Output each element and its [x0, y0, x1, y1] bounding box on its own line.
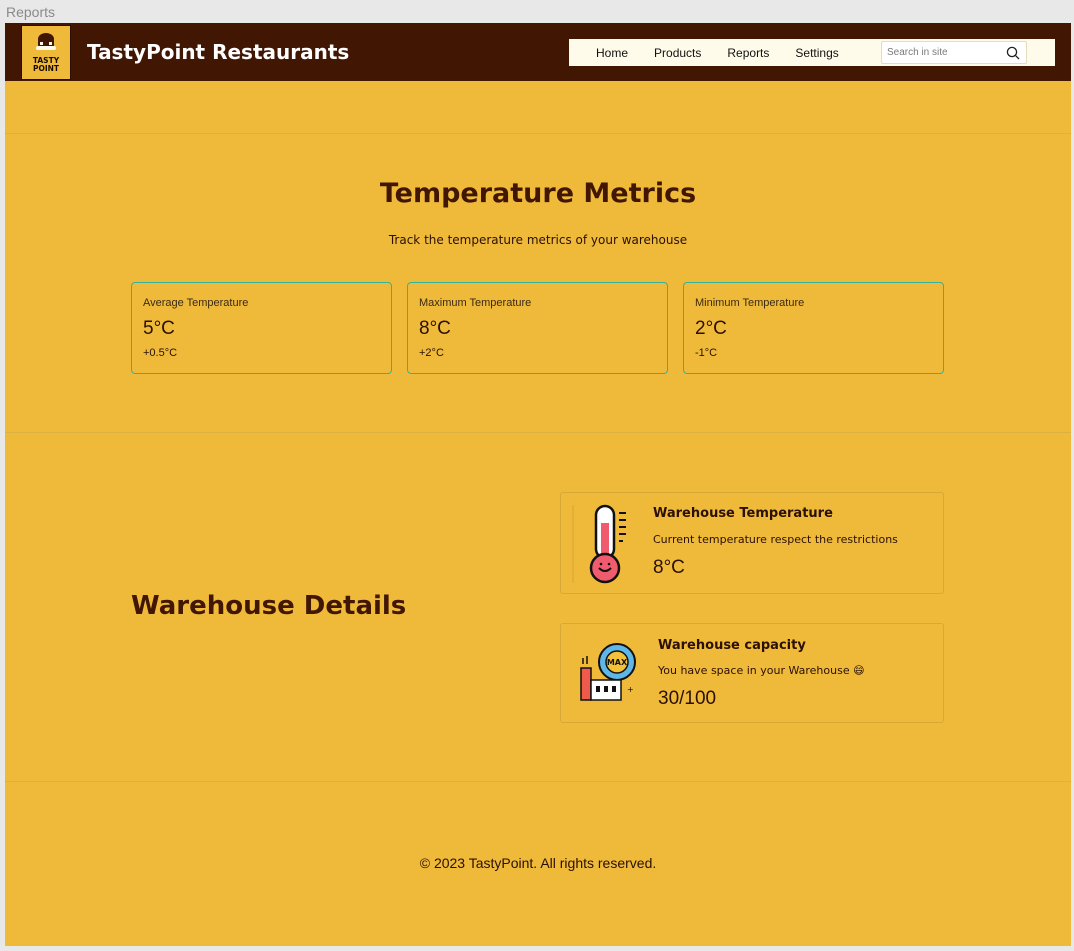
- metric-value: 5°C: [143, 318, 175, 339]
- nav-reports[interactable]: Reports: [714, 46, 782, 60]
- metric-value: 8°C: [419, 318, 451, 339]
- card-title: Warehouse capacity: [658, 638, 806, 653]
- thermometer-icon: [572, 504, 626, 584]
- warehouse-capacity-icon: MAX +: [580, 643, 636, 701]
- metrics-title: Temperature Metrics: [379, 178, 697, 209]
- card-title: Warehouse Temperature: [653, 506, 833, 521]
- metric-label: Maximum Temperature: [419, 297, 532, 309]
- card-description: You have space in your Warehouse 😄: [658, 664, 865, 677]
- warehouse-title: Warehouse Details: [131, 591, 407, 621]
- svg-text:+: +: [627, 685, 634, 694]
- metric-value: 2°C: [695, 318, 727, 339]
- metric-label: Average Temperature: [143, 297, 249, 309]
- footer-copyright: © 2023 TastyPoint. All rights reserved.: [419, 855, 657, 871]
- metric-card-average: Average Temperature 5°C +0.5°C: [131, 282, 392, 374]
- section-divider: [5, 133, 1071, 134]
- search-box: [881, 41, 1027, 64]
- metric-card-minimum: Minimum Temperature 2°C -1°C: [683, 282, 944, 374]
- card-description: Current temperature respect the restrict…: [653, 533, 898, 546]
- capacity-icon-text: MAX: [607, 658, 628, 667]
- metric-change: +2°C: [419, 347, 444, 359]
- metric-change: +0.5°C: [143, 347, 178, 359]
- frame-label: Reports: [6, 4, 56, 20]
- brand-title: TastyPoint Restaurants: [87, 40, 350, 64]
- nav-settings[interactable]: Settings: [782, 46, 851, 60]
- metric-card-maximum: Maximum Temperature 8°C +2°C: [407, 282, 668, 374]
- metrics-subtitle: Track the temperature metrics of your wa…: [388, 233, 688, 247]
- brand-logo[interactable]: TASTY POINT: [21, 25, 71, 80]
- nav-home[interactable]: Home: [583, 46, 641, 60]
- warehouse-capacity-card: MAX + Warehouse capacity You have space …: [560, 623, 944, 723]
- card-value: 8°C: [653, 557, 685, 578]
- nav-products[interactable]: Products: [641, 46, 714, 60]
- warehouse-temperature-card: Warehouse Temperature Current temperatur…: [560, 492, 944, 594]
- metric-change: -1°C: [695, 347, 718, 359]
- search-input[interactable]: [882, 42, 1002, 63]
- header-bar: TASTY POINT TastyPoint Restaurants Home …: [5, 23, 1071, 81]
- metric-label: Minimum Temperature: [695, 297, 805, 309]
- card-value: 30/100: [658, 688, 717, 709]
- section-divider: [5, 432, 1071, 433]
- search-icon[interactable]: [1006, 46, 1020, 60]
- page-frame: TASTY POINT TastyPoint Restaurants Home …: [5, 23, 1071, 946]
- section-divider: [5, 781, 1071, 782]
- main-nav: Home Products Reports Settings: [569, 39, 1055, 66]
- logo-text-bottom: POINT: [33, 64, 60, 73]
